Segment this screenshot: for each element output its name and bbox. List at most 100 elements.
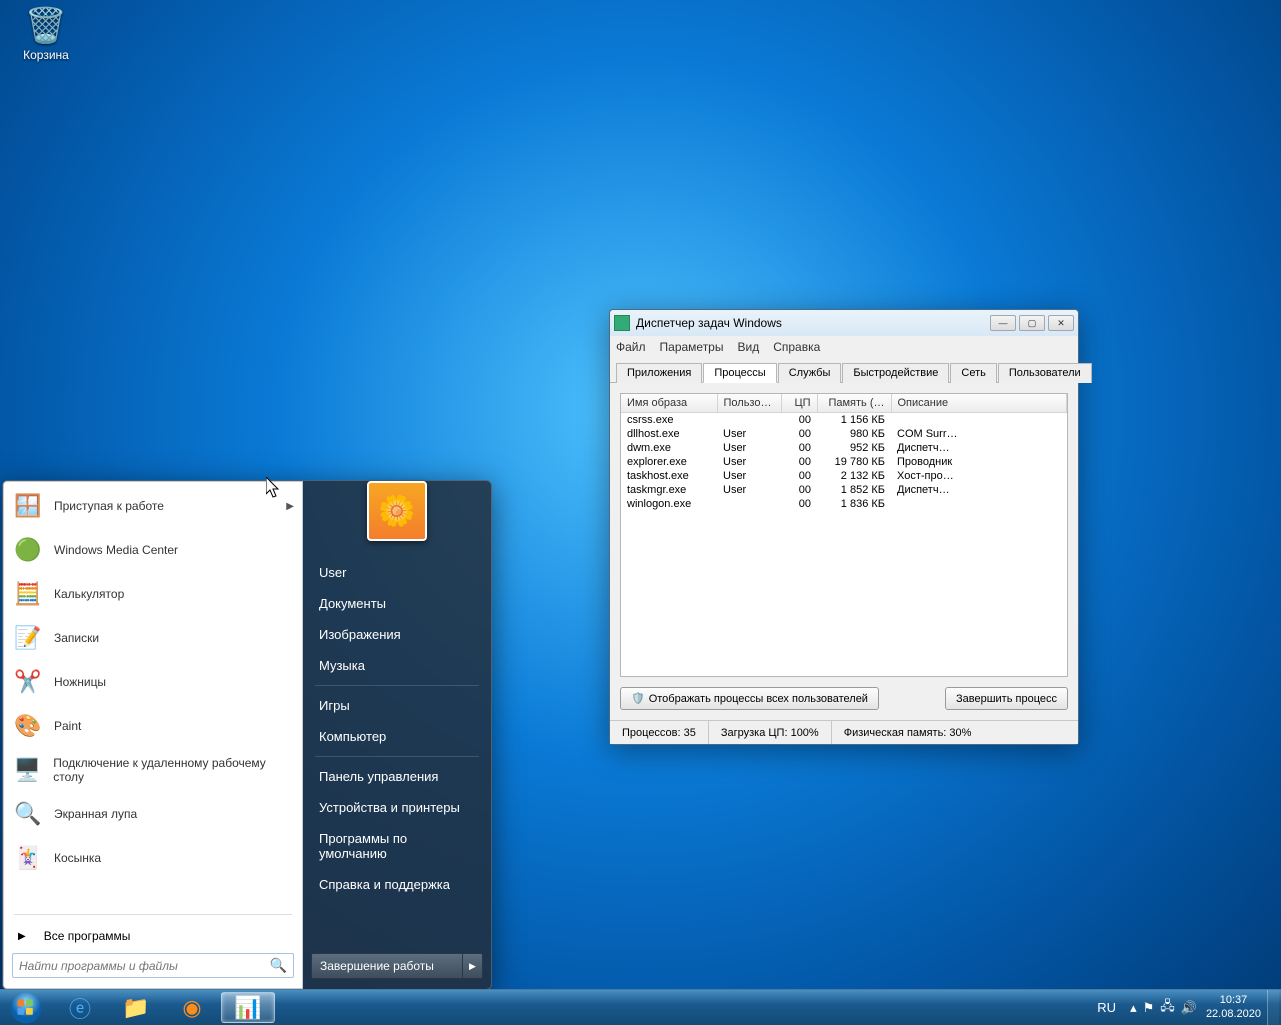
tray-clock[interactable]: 10:37 22.08.2020 [1206, 994, 1261, 1020]
menu-file[interactable]: Файл [616, 340, 646, 354]
process-table-wrapper: Имя образа Пользо… ЦП Память (… Описание… [620, 393, 1068, 677]
link-documents[interactable]: Документы [311, 588, 483, 619]
end-process-button[interactable]: Завершить процесс [945, 687, 1068, 710]
minimize-button[interactable]: — [990, 315, 1016, 331]
media-player-icon: ◉ [182, 995, 201, 1021]
app-icon: 🖥️ [12, 754, 43, 786]
tab-performance[interactable]: Быстродействие [842, 363, 949, 383]
taskbar-ie[interactable]: ⓔ [53, 992, 107, 1023]
divider [315, 685, 479, 686]
tray-time: 10:37 [1206, 994, 1261, 1007]
tray-volume-icon[interactable]: 🔊 [1181, 1000, 1197, 1016]
link-music[interactable]: Музыка [311, 650, 483, 681]
tab-services[interactable]: Службы [778, 363, 842, 383]
link-default-programs[interactable]: Программы по умолчанию [311, 823, 483, 869]
status-memory: Физическая память: 30% [832, 721, 984, 744]
folder-icon: 📁 [122, 995, 149, 1021]
tab-network[interactable]: Сеть [950, 363, 996, 383]
arrow-right-icon: ▶ [286, 501, 294, 512]
start-menu-item[interactable]: 🪟Приступая к работе▶ [4, 484, 302, 528]
col-cpu[interactable]: ЦП [781, 394, 817, 413]
col-image-name[interactable]: Имя образа [621, 394, 717, 413]
col-description[interactable]: Описание [891, 394, 1067, 413]
link-devices[interactable]: Устройства и принтеры [311, 792, 483, 823]
start-menu-item[interactable]: 🎨Paint [4, 704, 302, 748]
tray-network-icon[interactable]: 🖧 [1160, 997, 1175, 1019]
all-programs[interactable]: ▶ Все программы [4, 919, 302, 953]
tab-users[interactable]: Пользователи [998, 363, 1092, 383]
start-item-label: Ножницы [54, 675, 106, 689]
menu-help[interactable]: Справка [773, 340, 820, 354]
menu-view[interactable]: Вид [737, 340, 759, 354]
show-all-users-button[interactable]: 🛡️Отображать процессы всех пользователей [620, 687, 879, 710]
show-desktop-button[interactable] [1267, 990, 1279, 1025]
ie-icon: ⓔ [69, 992, 91, 1024]
start-item-label: Косынка [54, 851, 101, 865]
tray-show-hidden-icon[interactable]: ▴ [1130, 1000, 1137, 1016]
search-input[interactable] [19, 959, 270, 973]
user-name-link[interactable]: User [311, 557, 483, 588]
start-menu-item[interactable]: 🧮Калькулятор [4, 572, 302, 616]
close-button[interactable]: ✕ [1048, 315, 1074, 331]
tray-language[interactable]: RU [1097, 1000, 1116, 1015]
link-computer[interactable]: Компьютер [311, 721, 483, 752]
taskbar-explorer[interactable]: 📁 [109, 992, 163, 1023]
task-manager-icon: 📊 [234, 995, 261, 1021]
table-row[interactable]: csrss.exe001 156 КБ [621, 413, 1067, 428]
shutdown-button[interactable]: Завершение работы [311, 953, 463, 979]
recycle-bin[interactable]: 🗑️ Корзина [18, 6, 74, 62]
start-item-label: Калькулятор [54, 587, 124, 601]
start-menu-item[interactable]: 🃏Косынка [4, 836, 302, 880]
windows-orb-icon [9, 991, 43, 1025]
start-item-label: Подключение к удаленному рабочему столу [53, 756, 294, 784]
link-games[interactable]: Игры [311, 690, 483, 721]
table-row[interactable]: dllhost.exeUser00980 КБCOM Surr… [621, 427, 1067, 441]
start-search[interactable]: 🔍 [12, 953, 294, 978]
task-manager-icon [614, 315, 630, 331]
recycle-bin-icon: 🗑️ [26, 6, 66, 46]
start-item-label: Экранная лупа [54, 807, 137, 821]
app-icon: ✂️ [12, 666, 44, 698]
shield-icon: 🛡️ [631, 692, 645, 705]
search-icon: 🔍 [270, 957, 287, 974]
taskbar-media-player[interactable]: ◉ [165, 992, 219, 1023]
tab-applications[interactable]: Приложения [616, 363, 702, 383]
recycle-bin-label: Корзина [23, 48, 69, 62]
table-row[interactable]: dwm.exeUser00952 КБДиспетч… [621, 441, 1067, 455]
col-user[interactable]: Пользо… [717, 394, 781, 413]
start-menu-item[interactable]: 🔍 Экранная лупа [4, 792, 302, 836]
app-icon: 🔍 [12, 798, 44, 830]
task-manager-menubar: Файл Параметры Вид Справка [610, 336, 1078, 358]
start-menu-item[interactable]: 📝Записки [4, 616, 302, 660]
task-manager-tabs: Приложения Процессы Службы Быстродействи… [610, 358, 1078, 383]
table-row[interactable]: winlogon.exe001 836 КБ [621, 497, 1067, 511]
start-button[interactable] [0, 990, 52, 1025]
tray-date: 22.08.2020 [1206, 1008, 1261, 1021]
task-manager-title: Диспетчер задач Windows [636, 316, 782, 330]
user-picture[interactable]: 🌼 [367, 481, 427, 541]
col-memory[interactable]: Память (… [817, 394, 891, 413]
start-menu-right-pane: 🌼 User Документы Изображения Музыка Игры… [303, 481, 491, 989]
menu-options[interactable]: Параметры [660, 340, 724, 354]
process-table: Имя образа Пользо… ЦП Память (… Описание… [621, 394, 1067, 511]
taskbar: ⓔ 📁 ◉ 📊 RU ▴ ⚑ 🖧 🔊 10:37 22.08.2020 [0, 989, 1281, 1025]
start-menu-item[interactable]: 🖥️ Подключение к удаленному рабочему стол… [4, 748, 302, 792]
arrow-right-icon: ▶ [18, 931, 26, 942]
link-pictures[interactable]: Изображения [311, 619, 483, 650]
link-control-panel[interactable]: Панель управления [311, 761, 483, 792]
table-row[interactable]: taskhost.exeUser002 132 КБХост-про… [621, 469, 1067, 483]
table-row[interactable]: explorer.exeUser0019 780 КБПроводник [621, 455, 1067, 469]
taskbar-task-manager[interactable]: 📊 [221, 992, 275, 1023]
tray-action-center-icon[interactable]: ⚑ [1143, 1000, 1155, 1016]
shutdown-options-button[interactable]: ▶ [463, 953, 483, 979]
link-help[interactable]: Справка и поддержка [311, 869, 483, 900]
task-manager-titlebar[interactable]: Диспетчер задач Windows — ▢ ✕ [610, 310, 1078, 336]
start-menu-item[interactable]: 🟢Windows Media Center [4, 528, 302, 572]
status-cpu: Загрузка ЦП: 100% [709, 721, 832, 744]
tab-processes[interactable]: Процессы [703, 363, 776, 383]
start-item-label: Приступая к работе [54, 499, 164, 513]
start-menu: 🪟Приступая к работе▶🟢Windows Media Cente… [2, 480, 492, 990]
maximize-button[interactable]: ▢ [1019, 315, 1045, 331]
table-row[interactable]: taskmgr.exeUser001 852 КБДиспетч… [621, 483, 1067, 497]
start-menu-item[interactable]: ✂️ Ножницы [4, 660, 302, 704]
